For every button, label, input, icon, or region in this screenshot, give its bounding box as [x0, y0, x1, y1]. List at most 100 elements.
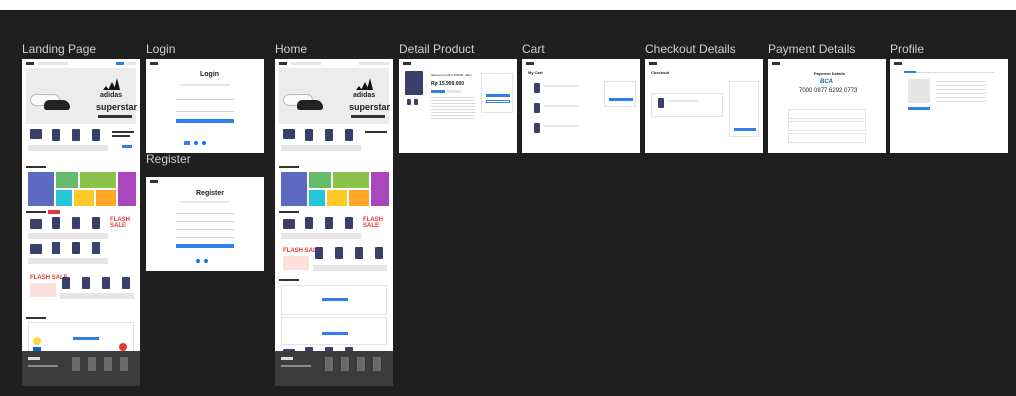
product-thumb [72, 217, 80, 229]
footer-text [281, 365, 311, 367]
category-tile [74, 190, 94, 206]
payment-method-list [729, 81, 759, 137]
product-thumb [102, 277, 110, 289]
avatar [908, 79, 930, 103]
price-row [313, 265, 387, 271]
subtitle [180, 84, 230, 86]
category-tile [28, 172, 54, 206]
payment-instruction[interactable] [788, 109, 866, 119]
google-icon [202, 141, 206, 145]
frame-login[interactable]: Login [146, 59, 264, 153]
user-menu [359, 62, 389, 65]
product-thumb [30, 244, 42, 254]
cart-summary [604, 81, 636, 107]
frame-register[interactable]: Register [146, 177, 264, 271]
logo [772, 62, 780, 65]
hero-banner: adidas superstar [279, 68, 391, 124]
frame-home[interactable]: adidas superstar FLASH SALE FLASH SALE [275, 59, 393, 386]
checkout-item-card [651, 93, 723, 117]
adidas-logo-icon [356, 78, 373, 90]
frame-checkout[interactable]: Checkout [645, 59, 763, 153]
price-row [28, 145, 108, 151]
promo-card [281, 285, 387, 315]
logo [26, 62, 34, 65]
flash-sale-label: FLASH SALE [110, 217, 130, 229]
frame-label-cart[interactable]: Cart [522, 42, 545, 56]
product-thumb [305, 129, 313, 141]
sneaker-image-2 [297, 100, 323, 110]
category-tile [56, 190, 72, 206]
checkout-button [609, 98, 633, 101]
frame-label-login[interactable]: Login [146, 42, 175, 56]
footer-links [72, 357, 132, 371]
section-title [26, 317, 46, 319]
category-tile [371, 172, 389, 206]
frame-label-landing[interactable]: Landing Page [22, 42, 96, 56]
product-thumb [30, 129, 42, 139]
profile-details [936, 81, 986, 105]
category-tile [327, 190, 347, 206]
frame-label-home[interactable]: Home [275, 42, 307, 56]
section-title [279, 166, 299, 168]
promo-button [73, 337, 99, 340]
product-thumb [92, 242, 100, 254]
search-bar [38, 62, 68, 65]
checkout-title: Checkout [651, 70, 670, 75]
product-thumbnail [407, 99, 411, 105]
name-field [176, 213, 234, 214]
product-thumb [92, 129, 100, 141]
countdown [48, 210, 60, 214]
facebook-icon [196, 259, 200, 263]
price-row [60, 293, 134, 299]
product-thumb [52, 242, 60, 254]
category-tile [309, 190, 325, 206]
cart-item-name [544, 125, 578, 127]
cart-item-name [544, 85, 578, 87]
frame-payment[interactable]: Payment Details BCA 7000 0877 6292 0773 [768, 59, 886, 153]
footer-text [28, 365, 58, 367]
product-thumb [375, 247, 383, 259]
profile-tabs [904, 69, 994, 73]
logo [150, 180, 158, 183]
logo [526, 62, 534, 65]
product-thumb [315, 247, 323, 259]
banner-title: superstar [349, 102, 391, 112]
cart-title: My Cart [528, 70, 543, 75]
frame-label-profile[interactable]: Profile [890, 42, 924, 56]
password-field [176, 111, 234, 112]
banner-cta [98, 115, 132, 118]
facebook-icon [194, 141, 198, 145]
brand-logo-icon [119, 343, 127, 351]
frame-label-payment[interactable]: Payment Details [768, 42, 855, 56]
product-thumb [283, 129, 295, 139]
payment-instruction[interactable] [788, 121, 866, 131]
countdown-grid [283, 256, 309, 270]
va-number[interactable]: 7000 0877 6292 0773 [799, 88, 857, 94]
register-button [176, 244, 234, 248]
description-text [431, 97, 475, 121]
logo [894, 62, 902, 65]
add-to-cart-button [486, 94, 510, 97]
confirm-password-field [176, 237, 234, 238]
tab-active [904, 71, 916, 73]
product-thumb [82, 277, 90, 289]
frame-profile[interactable] [890, 59, 1008, 153]
frame-label-register[interactable]: Register [146, 152, 191, 166]
frame-label-detail-product[interactable]: Detail Product [399, 42, 474, 56]
frame-detail-product[interactable]: Samsung Fold 5 256GB - Blue Rp 15.999.00… [399, 59, 517, 153]
payment-title: Payment Details [814, 71, 845, 76]
frame-label-checkout[interactable]: Checkout Details [645, 42, 736, 56]
countdown-grid [30, 283, 56, 297]
section-title [279, 211, 299, 213]
category-tile [281, 172, 307, 206]
payment-instruction[interactable] [788, 133, 866, 143]
footer-logo [281, 357, 293, 360]
password-field [176, 229, 234, 230]
cart-item-image [534, 123, 540, 133]
category-tile [333, 172, 369, 188]
variant-chip [431, 90, 445, 93]
frame-landing-page[interactable]: adidas superstar FLASH SALE FLASH SALE [22, 59, 140, 386]
frame-cart[interactable]: My Cart [522, 59, 640, 153]
banner-brand: adidas [353, 92, 376, 99]
category-tile [80, 172, 116, 188]
